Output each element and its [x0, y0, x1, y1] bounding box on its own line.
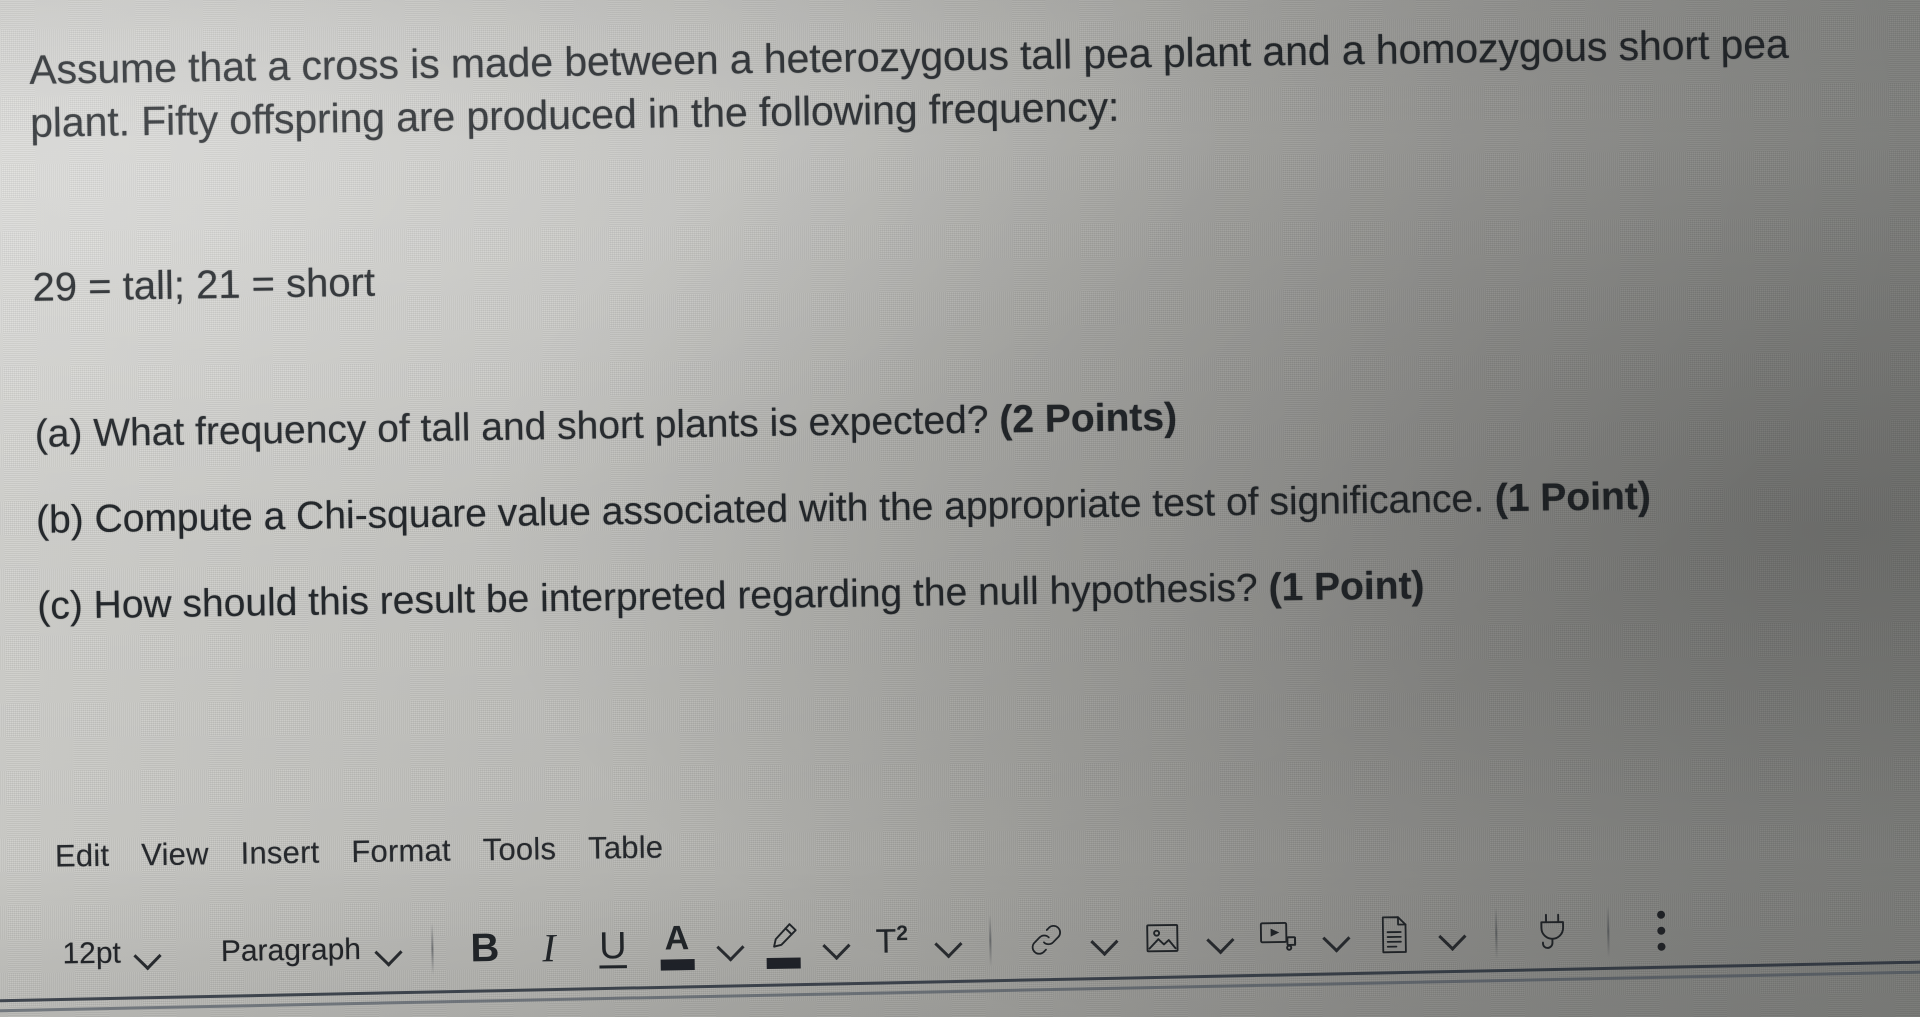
question-c-text: (c) How should this result be interprete… [36, 566, 1269, 629]
menu-view[interactable]: View [141, 836, 209, 873]
chevron-down-icon [935, 934, 961, 949]
more-options-button[interactable] [1628, 898, 1693, 963]
chevron-down-icon [823, 935, 849, 950]
bold-button[interactable]: B [452, 916, 517, 981]
editor-content-area: Assume that a cross is made between a he… [0, 0, 1920, 1017]
highlight-color-dropdown[interactable] [814, 911, 857, 976]
question-document[interactable]: Assume that a cross is made between a he… [29, 16, 1894, 631]
menu-tools[interactable]: Tools [482, 831, 556, 868]
font-size-select[interactable]: 12pt [52, 932, 171, 976]
question-item-b: (b) Compute a Chi-square value associate… [36, 469, 1893, 545]
text-color-letter: A [664, 918, 690, 958]
chevron-down-icon [1323, 928, 1349, 943]
italic-button[interactable]: I [516, 915, 581, 980]
insert-link-dropdown[interactable] [1080, 907, 1127, 972]
block-format-select[interactable]: Paragraph [211, 928, 412, 973]
underline-button[interactable]: U [580, 914, 645, 979]
insert-document-button[interactable] [1358, 902, 1429, 967]
insert-media-dropdown[interactable] [1312, 903, 1359, 968]
chevron-down-icon [1091, 931, 1117, 946]
question-item-c: (c) How should this result be interprete… [37, 556, 1894, 632]
insert-link-button[interactable] [1010, 907, 1081, 972]
menu-insert[interactable]: Insert [240, 835, 319, 872]
question-b-points: (1 Point) [1494, 474, 1652, 521]
text-color-dropdown[interactable] [708, 912, 751, 977]
plug-icon [1531, 910, 1572, 955]
text-color-button[interactable]: A [644, 913, 709, 978]
font-size-value: 12pt [62, 936, 122, 971]
editor-toolbar: 12pt Paragraph B I U A T2 [52, 881, 1903, 1000]
insert-document-dropdown[interactable] [1428, 901, 1475, 966]
text-color-icon: A [660, 918, 695, 971]
chevron-down-icon [1439, 926, 1465, 941]
superscript-icon: T2 [875, 922, 908, 962]
rich-text-editor-chrome: Edit View Insert Format Tools Table 12pt [4, 791, 1920, 1017]
insert-media-button[interactable] [1242, 904, 1313, 969]
link-icon [1025, 919, 1068, 962]
question-a-points: (2 Points) [999, 395, 1178, 442]
superscript-dropdown[interactable] [926, 909, 969, 974]
menu-format[interactable]: Format [351, 833, 451, 870]
toolbar-divider [1606, 905, 1610, 958]
question-b-text: (b) Compute a Chi-square value associate… [35, 477, 1496, 542]
menu-table[interactable]: Table [588, 830, 664, 867]
highlight-color-swatch [766, 956, 801, 969]
toolbar-divider [430, 922, 434, 975]
chevron-down-icon [1207, 930, 1233, 945]
dot [1656, 942, 1666, 951]
dot [1656, 910, 1665, 919]
insert-image-dropdown[interactable] [1196, 905, 1243, 970]
chevron-down-icon [375, 942, 401, 957]
chevron-down-icon [717, 937, 743, 952]
insert-image-button[interactable] [1126, 906, 1197, 971]
text-color-swatch [660, 958, 695, 971]
chevron-down-icon [135, 945, 161, 960]
toolbar-gap [171, 952, 211, 953]
media-icon [1256, 916, 1301, 957]
menu-edit[interactable]: Edit [55, 838, 110, 875]
toolbar-divider [1494, 907, 1498, 960]
more-options-icon [1656, 910, 1666, 951]
image-icon [1141, 918, 1184, 959]
highlighter-icon [765, 919, 802, 969]
editor-menubar: Edit View Insert Format Tools Table [55, 830, 664, 875]
monitor-screen-surface: Assume that a cross is made between a he… [0, 0, 1920, 1017]
highlight-color-button[interactable] [750, 911, 815, 976]
superscript-letter: T [875, 922, 897, 962]
screen-photo: Assume that a cross is made between a he… [0, 0, 1920, 1017]
superscript-exponent: 2 [896, 922, 909, 946]
toolbar-divider [988, 914, 992, 967]
question-c-points: (1 Point) [1268, 564, 1425, 610]
plugins-button[interactable] [1516, 900, 1587, 965]
dot [1656, 926, 1665, 935]
document-icon [1375, 913, 1414, 956]
block-format-value: Paragraph [220, 933, 362, 969]
superscript-button[interactable]: T2 [856, 910, 927, 975]
